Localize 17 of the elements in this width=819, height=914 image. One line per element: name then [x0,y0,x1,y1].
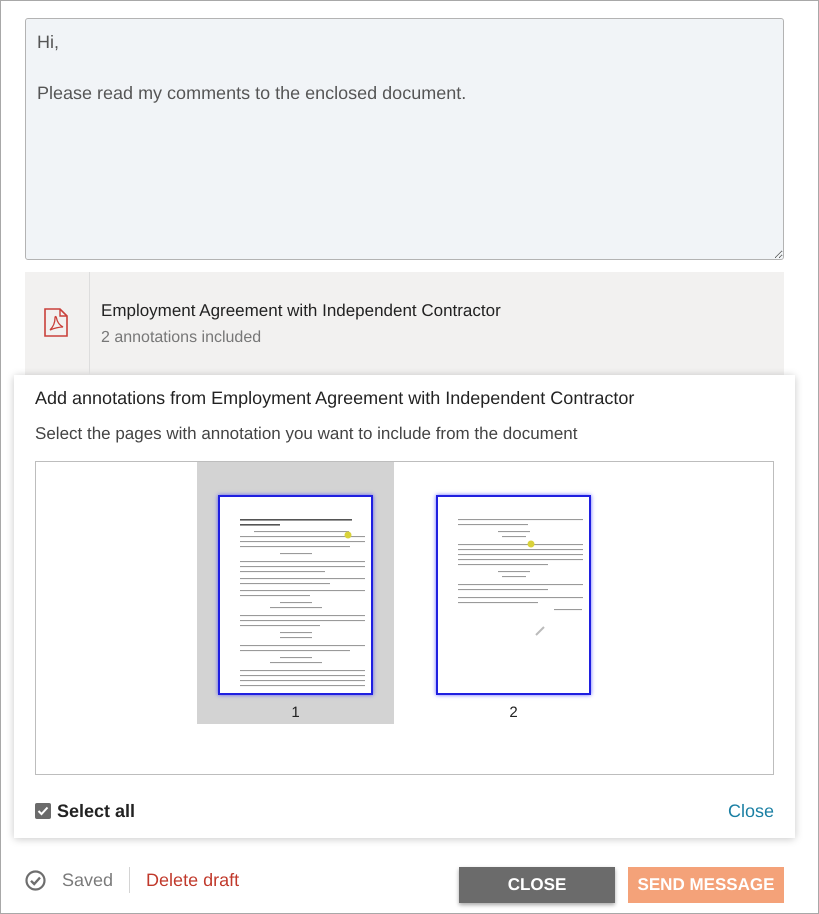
message-field[interactable]: Hi, Please read my comments to the enclosed document. [25,18,784,260]
select-all-checkbox[interactable] [35,803,51,819]
attachment-subtitle: 2 annotations included [101,328,262,348]
close-link[interactable]: Close [728,799,774,823]
annotation-dot-icon [344,532,352,538]
check-circle-icon [25,870,46,890]
annotation-dot-icon [528,540,534,548]
panel-instructions: Select the pages with annotation you want to include from the document [35,423,578,445]
page-thumbnail[interactable]: 2 [415,462,612,724]
pdf-file-icon [44,308,68,337]
attachment-title: Employment Agreement with Independent Contractor [101,300,501,322]
close-button[interactable]: CLOSE [459,867,615,903]
page-thumbnail[interactable]: 1 [197,462,394,724]
select-all-label: Select all [57,800,136,823]
saved-status: Saved [62,868,114,892]
panel-title: Add annotations from Employment Agreement with Independent Contractor [35,387,636,410]
delete-draft-link[interactable]: Delete draft [146,866,240,894]
